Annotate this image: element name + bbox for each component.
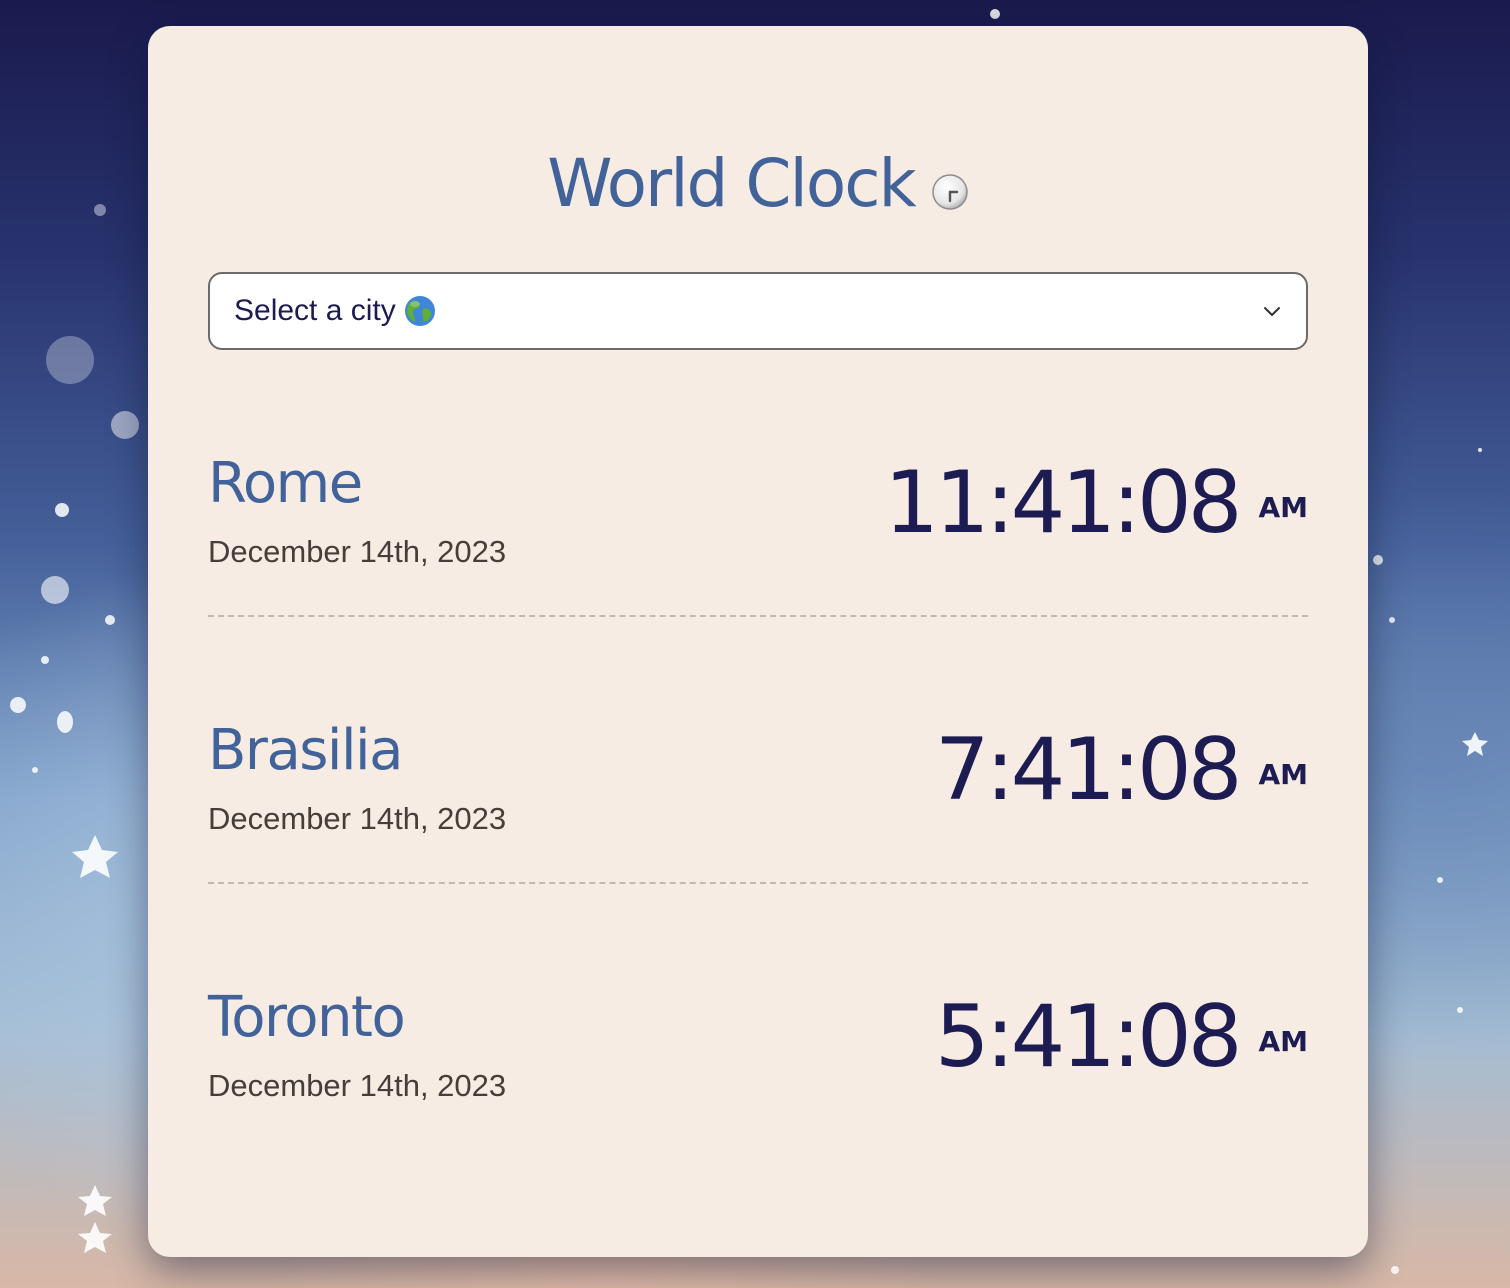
world-clock-card: World Clock Select a city Rome December … xyxy=(148,26,1368,1257)
city-select[interactable]: Select a city xyxy=(208,272,1308,350)
am-pm-label: AM xyxy=(1258,1024,1308,1058)
city-row-toronto: Toronto December 14th, 2023 5:41:08 AM xyxy=(208,944,1308,1149)
chevron-down-icon xyxy=(1264,307,1280,316)
title-row: World Clock xyxy=(208,144,1308,224)
city-info: Rome December 14th, 2023 xyxy=(208,410,506,570)
city-date: December 14th, 2023 xyxy=(208,1068,507,1103)
city-name: Rome xyxy=(208,451,363,516)
city-info: Toronto December 14th, 2023 xyxy=(208,944,506,1104)
city-date: December 14th, 2023 xyxy=(208,534,507,569)
time-value: 5:41:08 xyxy=(934,987,1243,1087)
city-info: Brasilia December 14th, 2023 xyxy=(208,677,506,837)
time-value: 11:41:08 xyxy=(884,453,1242,553)
city-name: Brasilia xyxy=(208,718,403,783)
am-pm-label: AM xyxy=(1258,757,1308,791)
globe-icon xyxy=(404,296,435,326)
city-row-brasilia: Brasilia December 14th, 2023 7:41:08 AM xyxy=(208,677,1308,884)
city-time: 11:41:08 AM xyxy=(884,410,1308,546)
city-time: 5:41:08 AM xyxy=(935,944,1308,1080)
city-time: 7:41:08 AM xyxy=(935,677,1308,813)
city-name: Toronto xyxy=(208,985,406,1050)
time-value: 7:41:08 xyxy=(934,720,1243,820)
page-title: World Clock xyxy=(547,145,916,222)
city-select-label: Select a city xyxy=(234,294,396,327)
am-pm-label: AM xyxy=(1258,490,1308,524)
city-row-rome: Rome December 14th, 2023 11:41:08 AM xyxy=(208,410,1308,617)
clock-icon xyxy=(931,174,968,210)
city-date: December 14th, 2023 xyxy=(208,801,507,836)
city-list: Rome December 14th, 2023 11:41:08 AM Bra… xyxy=(208,410,1308,1149)
